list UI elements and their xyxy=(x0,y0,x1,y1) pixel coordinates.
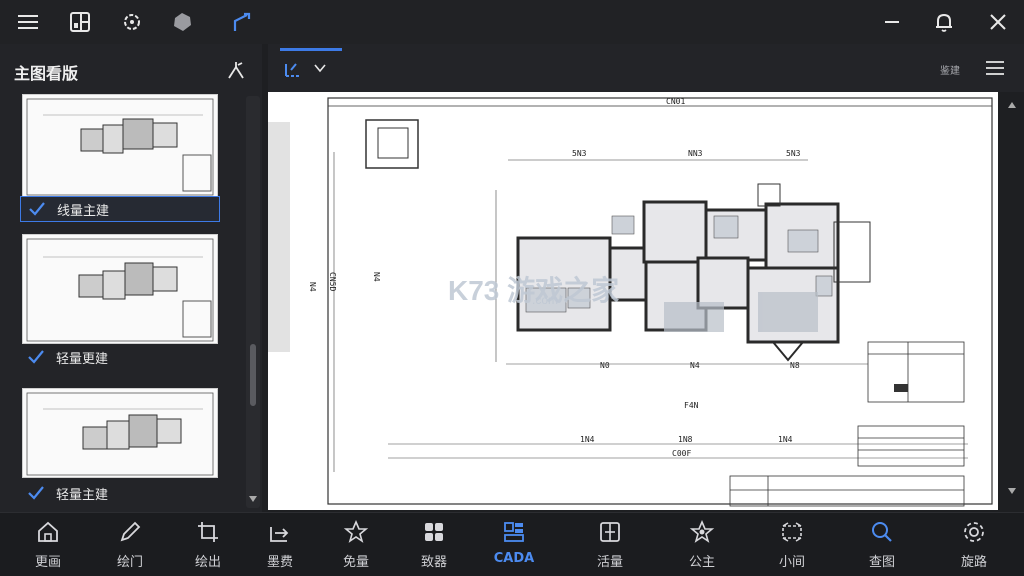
view-label[interactable]: 鉴建 xyxy=(940,62,960,77)
thumbnail-caption: 轻量主建 xyxy=(20,480,220,506)
nav-label: 免量 xyxy=(342,555,369,570)
measure-box-icon xyxy=(600,522,620,542)
sidebar-scroll-thumb[interactable] xyxy=(250,344,256,406)
measure-icon[interactable] xyxy=(228,8,256,36)
left-dim-1: N4 xyxy=(308,282,317,292)
scroll-down-icon[interactable] xyxy=(1006,484,1018,496)
gear-icon xyxy=(964,522,984,542)
bottom-dim-c: 1N4 xyxy=(778,435,793,444)
dim-c: 5N3 xyxy=(786,149,801,158)
check-icon xyxy=(29,202,45,216)
sidebar-title: 主图看版 xyxy=(14,64,79,83)
cada-icon xyxy=(504,522,524,542)
view-toolbar: 鉴建 xyxy=(268,44,1024,92)
sidebar-scrollbar[interactable] xyxy=(246,96,260,508)
home-icon xyxy=(38,521,58,542)
nav-label: 旋路 xyxy=(960,555,987,570)
blocks-icon xyxy=(425,523,443,541)
bot-dim-b: N4 xyxy=(690,361,700,370)
nav-label: CADA xyxy=(493,551,535,566)
nav-cada[interactable]: CADA xyxy=(474,519,554,575)
person-icon[interactable] xyxy=(224,58,248,82)
export-icon xyxy=(270,527,289,542)
watermark: K73 游戏之家 .com xyxy=(448,274,619,307)
bottom-dim-a: 1N4 xyxy=(580,435,595,444)
top-dimension: CN01 xyxy=(666,97,685,106)
nav-label: 绘门 xyxy=(116,555,143,570)
list-menu-icon[interactable] xyxy=(984,58,1006,78)
bot-dim-c: N8 xyxy=(790,361,800,370)
badge-icon xyxy=(689,519,715,543)
nav-blocks[interactable]: 致器 xyxy=(394,519,474,575)
nav-label: 公主 xyxy=(688,555,715,570)
check-icon xyxy=(28,350,44,364)
nav-label: 绘出 xyxy=(194,555,221,570)
crop-icon xyxy=(198,522,218,542)
drawing-canvas[interactable]: CN01 5N3 NN3 5N3 N4 CN5D N4 N0 N4 N8 F4N… xyxy=(268,92,998,510)
nav-label: 活量 xyxy=(596,555,623,570)
nav-public[interactable]: 公主 xyxy=(662,519,742,575)
nav-label: 小间 xyxy=(778,555,805,570)
left-dim-3: N4 xyxy=(372,272,381,282)
thumbnail-item[interactable]: 轻量主建 xyxy=(20,388,220,508)
bottom-nav: 更画 绘门 绘出 墨费 免量 致器 CADA 活量 公主 小间 查图 旋路 xyxy=(0,512,1024,576)
nav-crop[interactable]: 绘出 xyxy=(168,519,248,575)
mid-dimension: F4N xyxy=(684,401,699,410)
bottom-dim-b: 1N8 xyxy=(678,435,693,444)
bell-icon[interactable] xyxy=(930,8,958,36)
nav-label: 致器 xyxy=(420,555,447,570)
canvas-scrollbar[interactable] xyxy=(1000,92,1024,510)
app-window: 主图看版 线量主建 轻量更建 轻量主建 鉴建 CN01 5N3 NN3 5N3 … xyxy=(0,0,1024,576)
dim-b: NN3 xyxy=(688,149,703,158)
nav-label: 更画 xyxy=(34,555,61,570)
thumbnail-caption: 轻量更建 xyxy=(20,344,220,370)
close-icon[interactable] xyxy=(984,8,1012,36)
star-icon xyxy=(343,519,369,543)
left-dim-2: CN5D xyxy=(328,272,337,291)
scroll-down-icon[interactable] xyxy=(247,492,259,504)
thumbnail-item[interactable]: 线量主建 xyxy=(20,94,220,224)
nav-settings[interactable]: 旋路 xyxy=(934,519,1014,575)
thumbnail-label: 轻量主建 xyxy=(56,487,109,503)
nav-export[interactable]: 墨费 xyxy=(240,519,320,575)
expand-icon xyxy=(782,522,802,542)
dim-a: 5N3 xyxy=(572,149,587,158)
shape-icon[interactable] xyxy=(168,8,196,36)
nav-space[interactable]: 小间 xyxy=(752,519,832,575)
thumbnail-image xyxy=(22,234,218,344)
view-mode-icon[interactable] xyxy=(282,58,306,80)
menu-icon[interactable] xyxy=(14,8,42,36)
thumbnail-label: 线量主建 xyxy=(57,203,110,219)
chevron-down-icon[interactable] xyxy=(312,60,328,76)
active-tab-indicator xyxy=(280,48,342,51)
thumbnail-image xyxy=(22,388,218,478)
watermark-sub: .com xyxy=(532,293,558,307)
scroll-up-icon[interactable] xyxy=(1006,100,1018,112)
thumbnail-label: 轻量更建 xyxy=(56,351,109,367)
layout-icon[interactable] xyxy=(66,8,94,36)
top-bar xyxy=(0,0,1024,44)
thumbnail-caption: 线量主建 xyxy=(20,196,220,222)
check-icon xyxy=(28,486,44,500)
nav-label: 墨费 xyxy=(266,555,293,570)
bot-dim-a: N0 xyxy=(600,361,610,370)
nav-favorite[interactable]: 免量 xyxy=(316,519,396,575)
minimize-icon[interactable] xyxy=(878,8,906,36)
nav-home[interactable]: 更画 xyxy=(8,519,88,575)
nav-label: 查图 xyxy=(868,555,895,570)
target-icon[interactable] xyxy=(118,8,146,36)
thumbnail-image xyxy=(22,94,218,198)
bottom-total: C00F xyxy=(672,449,691,458)
pencil-icon xyxy=(120,521,141,542)
sidebar: 主图看版 线量主建 轻量更建 轻量主建 xyxy=(0,44,262,512)
nav-measure[interactable]: 活量 xyxy=(570,519,650,575)
search-icon xyxy=(872,522,892,542)
thumbnail-item[interactable]: 轻量更建 xyxy=(20,234,220,374)
nav-search[interactable]: 查图 xyxy=(842,519,922,575)
nav-draw[interactable]: 绘门 xyxy=(90,519,170,575)
